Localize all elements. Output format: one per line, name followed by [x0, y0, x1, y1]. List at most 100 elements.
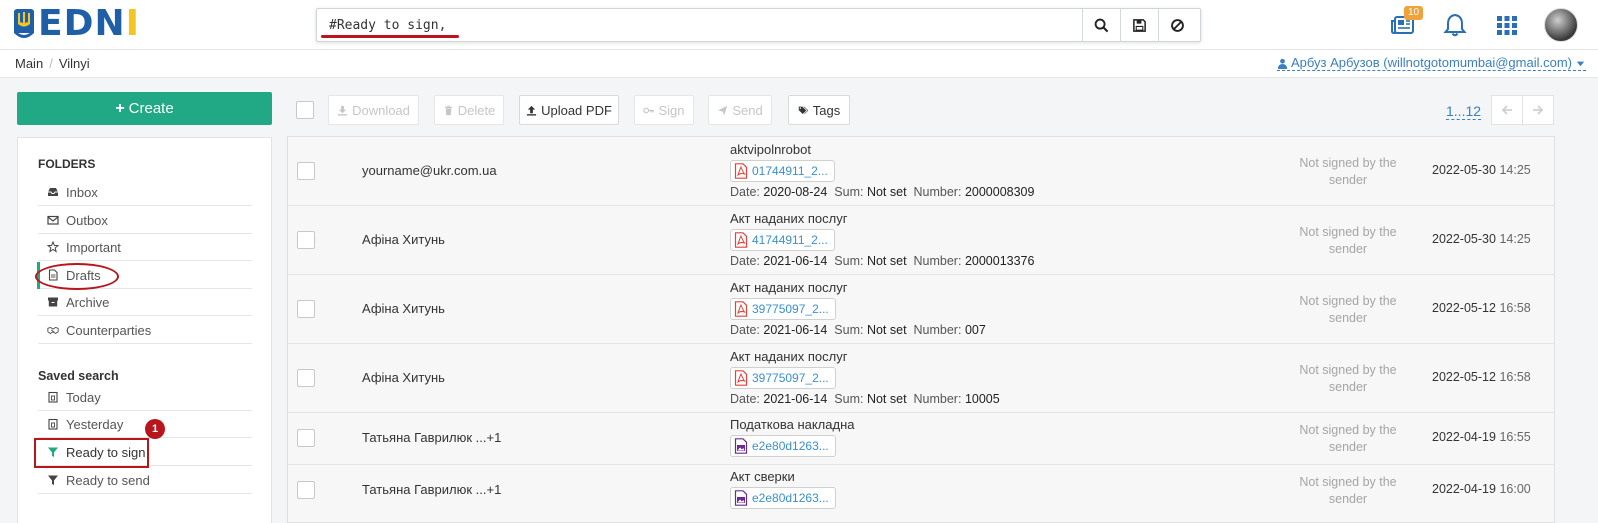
row-checkbox[interactable]: [297, 300, 315, 318]
document-title[interactable]: Акт сверки: [730, 469, 795, 484]
document-date: 2021-06-14: [763, 323, 828, 337]
select-all-checkbox[interactable]: [296, 101, 314, 119]
attachment-chip[interactable]: 01744911_2...: [730, 160, 835, 182]
breadcrumb-main[interactable]: Main: [15, 56, 43, 71]
sidebar-item-label: Outbox: [66, 212, 108, 228]
breadcrumb-current: Vilnyi: [58, 56, 90, 71]
table-row[interactable]: Татьяна Гаврилюк ...+1 Акт сверки e2e80d…: [288, 465, 1554, 522]
search-button[interactable]: [1082, 9, 1120, 41]
row-checkbox[interactable]: [297, 162, 315, 180]
notifications-button[interactable]: [1440, 10, 1470, 40]
user-menu[interactable]: Арбуз Арбузов (willnotgotomumbai@gmail.c…: [1276, 55, 1586, 71]
date-label: Date:: [730, 254, 760, 268]
sidebar-item-label: Ready to send: [66, 472, 150, 488]
attachment-name: 41744911_2...: [752, 233, 828, 247]
sidebar-item-outbox[interactable]: Outbox: [38, 207, 252, 234]
clear-search-button[interactable]: [1158, 9, 1196, 41]
attachment-chip[interactable]: 39775097_2...: [730, 367, 836, 389]
table-row[interactable]: Афіна Хитунь Акт наданих послуг 39775097…: [288, 275, 1554, 344]
document-title[interactable]: Акт наданих послуг: [730, 349, 847, 364]
breadcrumb-separator: /: [49, 56, 53, 71]
document-meta: Date: 2021-06-14 Sum: Not set Number: 20…: [730, 254, 1034, 268]
counterparty-name: Татьяна Гаврилюк ...+1: [362, 482, 502, 497]
sidebar-item-counterparties[interactable]: Counterparties: [38, 317, 252, 344]
number-label: Number:: [913, 185, 962, 199]
delete-button[interactable]: Delete: [434, 95, 504, 125]
document-title[interactable]: Акт наданих послуг: [730, 280, 847, 295]
sidebar-item-label: Important: [66, 239, 121, 255]
row-checkbox[interactable]: [297, 231, 315, 249]
sidebar-item-inbox[interactable]: Inbox: [38, 179, 252, 206]
header-actions: 10: [1388, 6, 1578, 44]
handshake-icon: [47, 326, 59, 334]
prev-page-button[interactable]: [1491, 95, 1523, 125]
row-checkbox[interactable]: [297, 481, 315, 499]
created-datetime: 2022-05-30 14:25: [1432, 163, 1531, 177]
arrow-right-icon: [1533, 105, 1544, 115]
calendar-icon: [48, 391, 58, 403]
key-icon: [643, 107, 655, 113]
attachment-chip[interactable]: e2e80d1263...: [730, 435, 836, 457]
number-label: Number:: [913, 254, 962, 268]
document-meta: Date: 2021-06-14 Sum: Not set Number: 10…: [730, 392, 1000, 406]
table-row[interactable]: Татьяна Гаврилюк ...+1 Податкова накладн…: [288, 413, 1554, 465]
save-search-button[interactable]: [1120, 9, 1158, 41]
sidebar-item-label: Inbox: [66, 184, 98, 200]
create-button[interactable]: + Create: [17, 92, 272, 125]
attachment-chip[interactable]: 39775097_2...: [730, 298, 836, 320]
counterparty-name: Татьяна Гаврилюк ...+1: [362, 430, 502, 445]
logo-text-i: I: [125, 3, 141, 44]
pagination-range[interactable]: 1...12: [1446, 104, 1482, 120]
table-row[interactable]: yourname@ukr.com.ua aktvipolnrobot 01744…: [288, 137, 1554, 206]
document-title[interactable]: Акт наданих послуг: [730, 211, 847, 226]
apps-menu-button[interactable]: [1492, 10, 1522, 40]
send-button[interactable]: Send: [708, 95, 772, 125]
signature-status: Not signed by the sender: [1299, 423, 1397, 454]
download-label: Download: [352, 102, 410, 118]
signature-status: Not signed by the sender: [1299, 363, 1397, 394]
document-sum: Not set: [866, 185, 907, 199]
sign-button[interactable]: Sign: [634, 95, 694, 125]
saved-search-ready-to-send[interactable]: Ready to send: [38, 467, 252, 494]
saved-search-ready-to-sign[interactable]: Ready to sign: [38, 439, 252, 466]
created-datetime: 2022-04-19 16:55: [1432, 430, 1531, 444]
upload-pdf-label: Upload PDF: [541, 102, 612, 118]
next-page-button[interactable]: [1522, 95, 1554, 125]
created-time: 16:58: [1499, 301, 1531, 315]
table-row[interactable]: Афіна Хитунь Акт наданих послуг 39775097…: [288, 344, 1554, 413]
attachment-chip[interactable]: 41744911_2...: [730, 229, 835, 251]
sign-label: Sign: [658, 102, 685, 118]
upload-pdf-button[interactable]: Upload PDF: [519, 95, 619, 125]
edin-logo[interactable]: EDNI: [14, 6, 140, 42]
created-time: 14:25: [1499, 163, 1531, 177]
pdf-file-icon: [734, 370, 748, 386]
user-name: Арбуз Арбузов (willnotgotomumbai@gmail.c…: [1290, 55, 1572, 70]
sidebar-item-important[interactable]: Important: [38, 234, 252, 261]
document-meta: Date: 2021-06-14 Sum: Not set Number: 00…: [730, 323, 986, 337]
user-avatar[interactable]: [1544, 8, 1578, 42]
top-header: EDNI 10: [0, 0, 1598, 50]
news-count-badge: 10: [1404, 6, 1424, 20]
document-title[interactable]: Податкова накладна: [730, 417, 855, 432]
sidebar-item-archive[interactable]: Archive: [38, 289, 252, 316]
number-label: Number:: [913, 323, 962, 337]
document-number: 2000013376: [964, 254, 1035, 268]
created-date: 2022-04-19: [1432, 430, 1496, 444]
row-checkbox[interactable]: [297, 369, 315, 387]
created-time: 16:58: [1499, 370, 1531, 384]
attachment-chip[interactable]: e2e80d1263...: [730, 487, 836, 509]
row-checkbox[interactable]: [297, 429, 315, 447]
sidebar-item-drafts[interactable]: Drafts: [37, 262, 252, 289]
download-button[interactable]: Download: [328, 95, 419, 125]
documents-table: yourname@ukr.com.ua aktvipolnrobot 01744…: [287, 136, 1555, 523]
table-row[interactable]: Афіна Хитунь Акт наданих послуг 41744911…: [288, 206, 1554, 275]
document-date: 2021-06-14: [763, 392, 828, 406]
document-title[interactable]: aktvipolnrobot: [730, 142, 811, 157]
news-button[interactable]: 10: [1388, 6, 1424, 40]
tags-button[interactable]: Tags: [788, 95, 850, 125]
date-label: Date:: [730, 185, 760, 199]
saved-search-today[interactable]: Today: [38, 384, 252, 411]
created-time: 16:55: [1499, 430, 1531, 444]
search-icon: [1094, 18, 1109, 32]
send-label: Send: [732, 102, 763, 118]
